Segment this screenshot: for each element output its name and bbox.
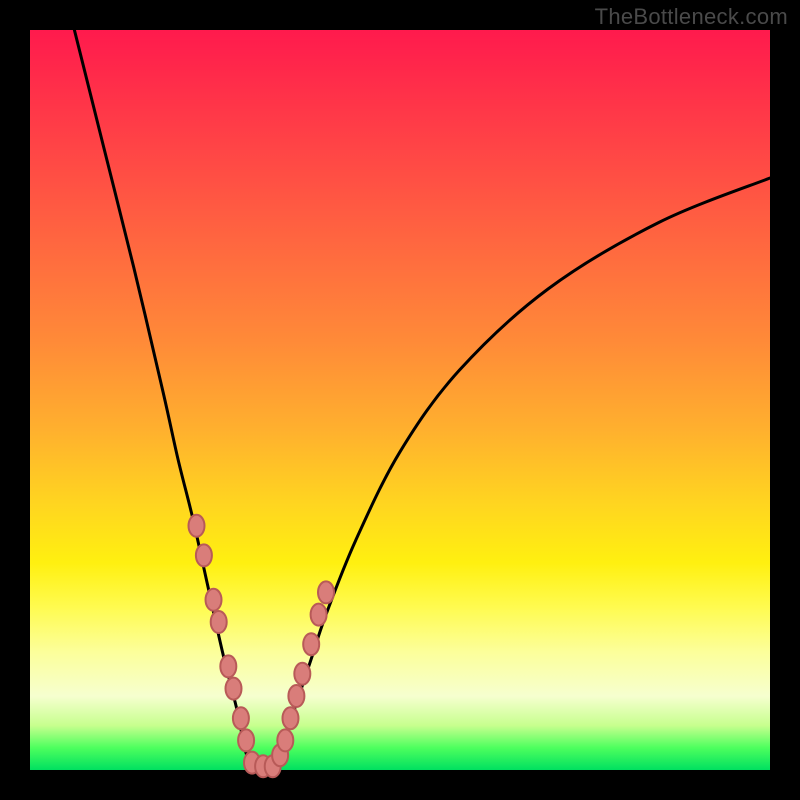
data-marker [282,707,298,729]
data-marker [196,544,212,566]
data-marker [206,589,222,611]
watermark-text: TheBottleneck.com [595,4,788,30]
marker-group [189,515,335,778]
data-marker [189,515,205,537]
data-marker [311,604,327,626]
data-marker [303,633,319,655]
data-marker [233,707,249,729]
data-marker [288,685,304,707]
data-marker [318,581,334,603]
data-marker [211,611,227,633]
data-marker [238,729,254,751]
data-marker [294,663,310,685]
chart-svg [30,30,770,770]
data-marker [220,655,236,677]
plot-area [30,30,770,770]
chart-frame: TheBottleneck.com [0,0,800,800]
data-marker [226,678,242,700]
data-marker [277,729,293,751]
curve-right-branch [274,178,770,770]
